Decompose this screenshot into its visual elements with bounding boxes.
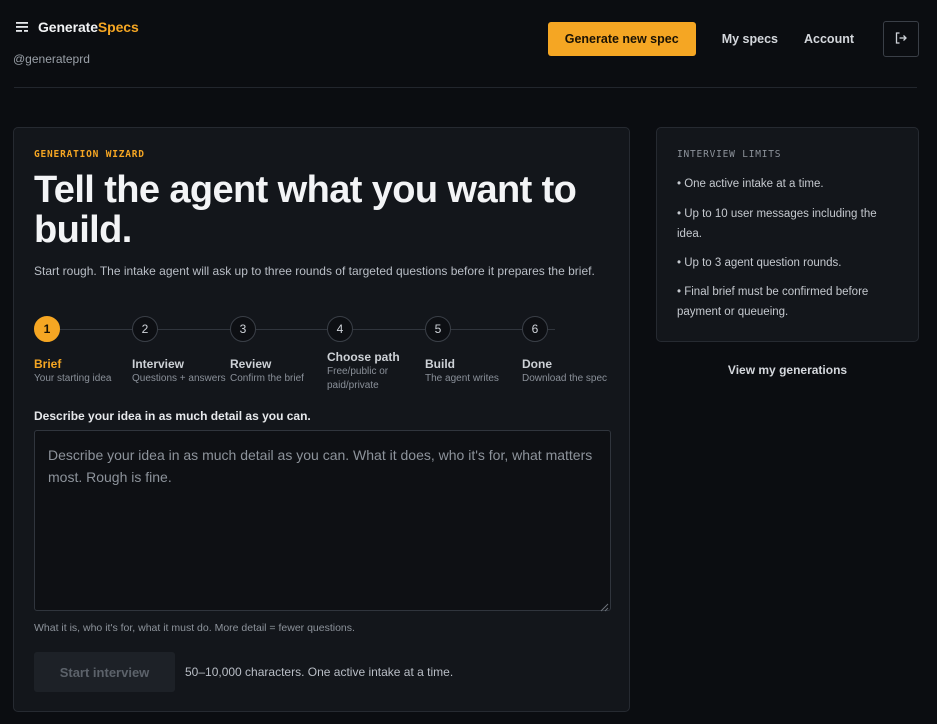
start-interview-button[interactable]: Start interview <box>34 652 175 692</box>
step-brief: 1 Brief Your starting idea <box>34 316 132 384</box>
step-title: Brief <box>34 356 62 371</box>
resize-grip-icon[interactable] <box>600 599 609 612</box>
user-handle: @generateprd <box>13 52 90 66</box>
interview-limits-panel: INTERVIEW LIMITS • One active intake at … <box>656 127 919 342</box>
list-item: • Up to 10 user messages including the i… <box>677 208 877 240</box>
header-divider <box>14 87 917 88</box>
top-nav: Generate new spec My specs Account <box>547 21 919 57</box>
page-title: Tell the agent what you want to build. <box>34 169 577 251</box>
wizard-description: Start rough. The intake agent will ask u… <box>34 264 595 278</box>
list-item: • One active intake at a time. <box>677 178 824 190</box>
limits-list: • One active intake at a time. • Up to 1… <box>677 174 902 331</box>
step-subtitle: Your starting idea <box>34 372 112 384</box>
logout-icon <box>894 31 908 48</box>
step-subtitle: Confirm the brief <box>230 372 304 384</box>
step-choose-path: 4 Choose path Free/public or paid/privat… <box>327 316 425 391</box>
step-number: 2 <box>132 316 158 342</box>
step-subtitle: Questions + answers <box>132 372 226 384</box>
view-my-generations-link[interactable]: View my generations <box>656 363 919 377</box>
step-title: Build <box>425 356 455 371</box>
wizard-stepper: 1 Brief Your starting idea 2 Interview Q… <box>34 316 614 396</box>
nav-link-account[interactable]: Account <box>804 32 854 46</box>
step-subtitle: Download the spec <box>522 372 608 384</box>
list-item: • Final brief must be confirmed before p… <box>677 286 869 318</box>
list-item: • Up to 3 agent question rounds. <box>677 257 842 269</box>
idea-field-label: Describe your idea in as much detail as … <box>34 409 311 423</box>
menu-lines-icon <box>16 20 30 34</box>
step-number: 4 <box>327 316 353 342</box>
start-note: 50–10,000 characters. One active intake … <box>185 665 454 679</box>
step-subtitle: Free/public or paid/private <box>327 365 389 391</box>
step-title: Done <box>522 356 552 371</box>
step-title: Interview <box>132 356 185 371</box>
logout-button[interactable] <box>883 21 919 57</box>
step-review: 3 Review Confirm the brief <box>230 316 328 384</box>
step-build: 5 Build The agent writes <box>425 316 523 384</box>
generation-wizard-card: GENERATION WIZARD Tell the agent what yo… <box>13 127 630 712</box>
idea-textarea[interactable] <box>34 430 611 611</box>
brand[interactable]: GenerateSpecs <box>16 19 139 35</box>
step-subtitle: The agent writes <box>425 372 499 384</box>
top-header: GenerateSpecs @generateprd Generate new … <box>0 0 937 88</box>
step-interview: 2 Interview Questions + answers <box>132 316 230 384</box>
step-number: 3 <box>230 316 256 342</box>
step-title: Review <box>230 356 272 371</box>
step-done: 6 Done Download the spec <box>522 316 620 384</box>
generate-new-spec-button[interactable]: Generate new spec <box>547 22 696 56</box>
wizard-eyebrow: GENERATION WIZARD <box>34 149 145 160</box>
brand-name: GenerateSpecs <box>38 19 139 35</box>
step-title: Choose path <box>327 349 400 364</box>
nav-link-my-specs[interactable]: My specs <box>722 32 778 46</box>
step-number: 5 <box>425 316 451 342</box>
step-number: 6 <box>522 316 548 342</box>
limits-eyebrow: INTERVIEW LIMITS <box>677 149 782 160</box>
step-number: 1 <box>34 316 60 342</box>
idea-hint: What it is, who it's for, what it must d… <box>34 622 355 634</box>
